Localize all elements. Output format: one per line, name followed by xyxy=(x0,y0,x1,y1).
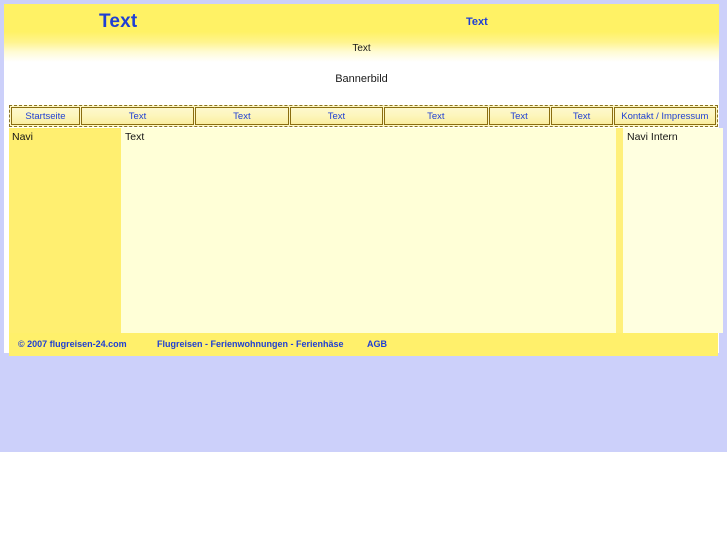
page-footer: © 2007 flugreisen-24.com Flugreisen - Fe… xyxy=(9,333,718,356)
column-divider xyxy=(616,128,623,333)
nav-item-kontakt-impressum-7[interactable]: Kontakt / Impressum xyxy=(613,107,716,125)
page-header: Text Text Text xyxy=(4,4,719,62)
nav-item-text-3[interactable]: Text xyxy=(289,107,384,125)
footer-copyright: © 2007 flugreisen-24.com xyxy=(18,339,127,349)
nav-item-label: Text xyxy=(510,110,528,122)
banner-placeholder-label: Bannerbild xyxy=(335,73,388,85)
nav-item-label: Text xyxy=(427,110,445,122)
sidebar-right-label: Navi Intern xyxy=(627,131,678,143)
main-content-column: Text xyxy=(121,128,616,333)
nav-item-label: Startseite xyxy=(25,110,66,122)
header-subtext: Text xyxy=(352,43,371,54)
banner-area: Bannerbild xyxy=(4,62,719,101)
content-area: Navi Text Navi Intern xyxy=(9,128,723,333)
nav-item-text-4[interactable]: Text xyxy=(384,107,488,125)
site-frame: Text Text Text Bannerbild Startseite Text… xyxy=(4,4,723,356)
nav-item-text-6[interactable]: Text xyxy=(550,107,613,125)
footer-agb-link[interactable]: AGB xyxy=(367,339,387,349)
footer-tagline: Flugreisen - Ferienwohnungen - Ferienhäs… xyxy=(157,339,344,349)
sidebar-left-label: Navi xyxy=(12,131,34,143)
nav-item-startseite-0[interactable]: Startseite xyxy=(11,107,80,125)
nav-item-label: Text xyxy=(128,110,147,122)
main-navigation: Startseite Text Text Text Text Text Text Kontak… xyxy=(9,105,718,127)
nav-item-label: Text xyxy=(572,110,591,122)
nav-item-label: Text xyxy=(233,110,251,122)
sidebar-right-navi-intern[interactable]: Navi Intern xyxy=(623,128,723,333)
nav-item-text-1[interactable]: Text xyxy=(80,107,195,125)
header-secondary-text: Text xyxy=(466,16,488,28)
nav-item-text-2[interactable]: Text xyxy=(195,107,289,125)
nav-item-label: Text xyxy=(327,110,346,122)
page-title: Text xyxy=(99,11,138,32)
nav-item-label: Kontakt / Impressum xyxy=(621,110,709,122)
main-content-label: Text xyxy=(125,131,145,143)
sidebar-left-navi[interactable]: Navi xyxy=(9,128,121,333)
nav-item-text-5[interactable]: Text xyxy=(488,107,550,125)
